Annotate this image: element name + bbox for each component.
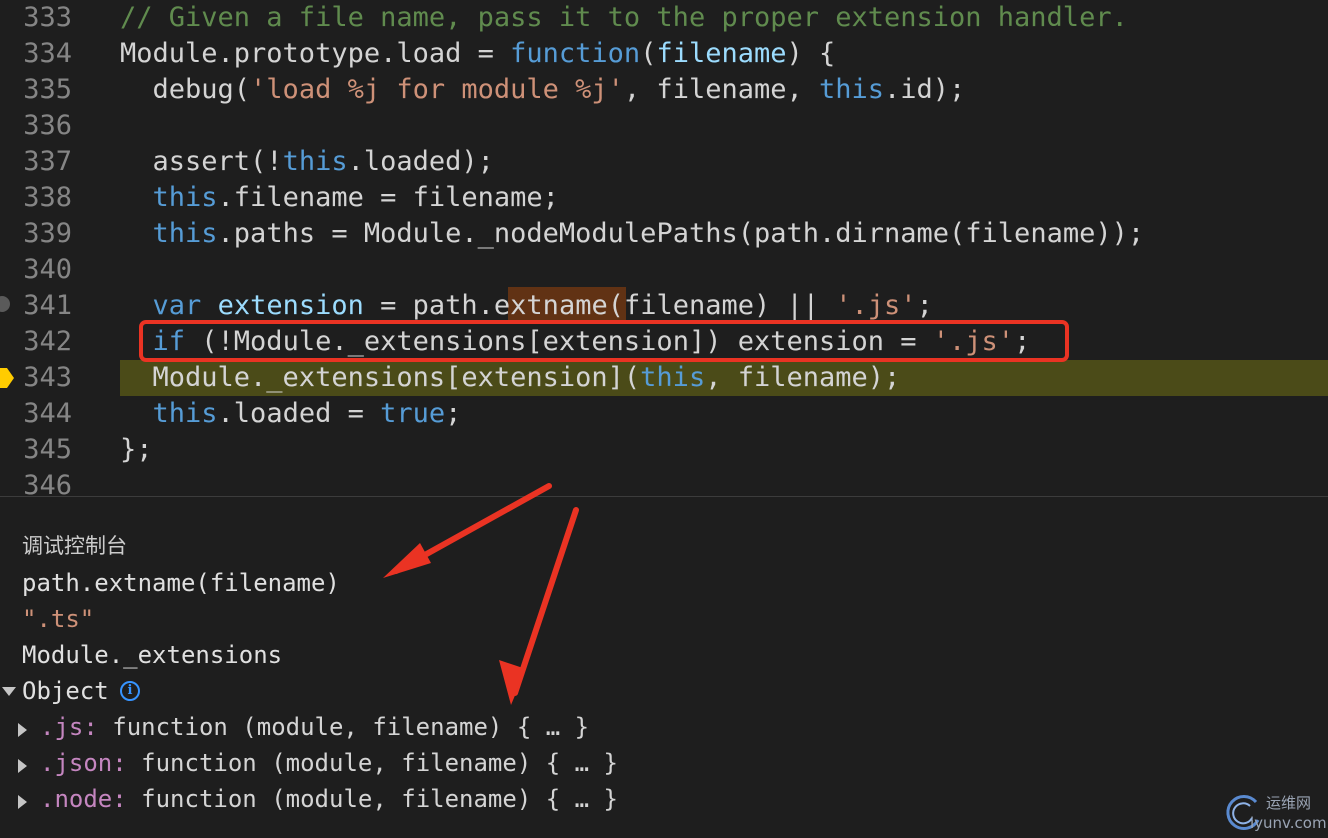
highlight-box-annotation: [139, 320, 1069, 362]
code-token: this: [152, 398, 218, 429]
code-text: Module.prototype.load = function(filenam…: [120, 36, 835, 72]
entry-key: .node:: [40, 785, 127, 813]
object-entry[interactable]: .node: function (module, filename) { … }: [40, 781, 618, 817]
code-token: .loaded =: [217, 398, 381, 429]
code-line[interactable]: 339 this.paths = Module._nodeModulePaths…: [0, 216, 1328, 252]
debug-console-title: 调试控制台: [22, 534, 127, 558]
code-token: this: [282, 146, 348, 177]
code-token: , filename);: [705, 362, 901, 393]
code-text: this.loaded = true;: [120, 396, 462, 432]
code-token: function: [510, 38, 641, 69]
line-number: 341: [23, 290, 72, 321]
watermark-url: iyunv.com: [1250, 814, 1327, 832]
code-text: assert(!this.loaded);: [120, 144, 494, 180]
code-editor[interactable]: 333 // Given a file name, pass it to the …: [0, 0, 1328, 496]
code-token: 'load %j for module %j': [250, 74, 624, 105]
console-expression[interactable]: path.extname(filename): [22, 565, 340, 601]
line-number: 338: [23, 182, 72, 213]
code-token: extension: [217, 290, 364, 321]
console-result: ".ts": [22, 605, 95, 633]
code-token: var: [152, 290, 202, 321]
entry-value: function (module, filename) { … }: [97, 713, 590, 741]
collapse-toggle-icon[interactable]: [18, 759, 27, 773]
code-token: '.js': [835, 290, 917, 321]
expand-toggle-icon[interactable]: [2, 687, 16, 696]
line-number: 337: [23, 146, 72, 177]
collapse-toggle-icon[interactable]: [18, 723, 27, 737]
entry-value: function (module, filename) { … }: [126, 749, 618, 777]
line-number: 346: [23, 470, 72, 496]
code-token: true: [380, 398, 446, 429]
line-number: 344: [23, 398, 72, 429]
code-text: this.filename = filename;: [120, 180, 559, 216]
code-token: .filename = filename;: [217, 182, 559, 213]
code-token: };: [120, 434, 153, 465]
code-line[interactable]: 345};: [0, 432, 1328, 468]
code-token: .loaded);: [347, 146, 494, 177]
line-number: 345: [23, 434, 72, 465]
code-token: this: [640, 362, 706, 393]
line-number: 340: [23, 254, 72, 285]
code-text: var extension = path.extname(filename) |…: [120, 288, 933, 324]
entry-key: .js:: [40, 713, 98, 741]
code-token: // Given a file name, pass it to the pro…: [120, 2, 1128, 33]
code-token: Module._extensions[extension](: [120, 362, 641, 393]
code-text: // Given a file name, pass it to the pro…: [120, 0, 1128, 36]
code-line[interactable]: 337 assert(!this.loaded);: [0, 144, 1328, 180]
code-line[interactable]: 346: [0, 468, 1328, 496]
code-token: this: [152, 218, 218, 249]
info-icon[interactable]: i: [120, 681, 140, 701]
code-line[interactable]: 344 this.loaded = true;: [0, 396, 1328, 432]
line-number: 333: [23, 2, 72, 33]
code-line[interactable]: 343 Module._extensions[extension](this, …: [0, 360, 1328, 396]
code-token: this: [152, 182, 218, 213]
object-entry[interactable]: .js: function (module, filename) { … }: [40, 709, 589, 745]
code-line[interactable]: 336: [0, 108, 1328, 144]
code-token: = path.extname(filename) ||: [363, 290, 836, 321]
line-number: 334: [23, 38, 72, 69]
object-label[interactable]: Object: [22, 673, 109, 709]
code-token: assert(!: [120, 146, 283, 177]
watermark-name: 运维网: [1266, 794, 1312, 812]
code-token: .paths = Module._nodeModulePaths(path.di…: [217, 218, 1145, 249]
console-expression[interactable]: Module._extensions: [22, 637, 282, 673]
code-token: ;: [916, 290, 933, 321]
code-token: , filename,: [623, 74, 819, 105]
code-line[interactable]: 333 // Given a file name, pass it to the …: [0, 0, 1328, 36]
code-token: debug(: [120, 74, 251, 105]
code-line[interactable]: 334 Module.prototype.load = function(file…: [0, 36, 1328, 72]
code-line[interactable]: 340: [0, 252, 1328, 288]
code-text: };: [120, 432, 153, 468]
code-line[interactable]: 341 var extension = path.extname(filenam…: [0, 288, 1328, 324]
line-number: 336: [23, 110, 72, 141]
code-token: ;: [445, 398, 462, 429]
watermark-logo: 运维网 iyunv.com: [1224, 790, 1328, 838]
entry-value: function (module, filename) { … }: [126, 785, 618, 813]
code-token: filename: [656, 38, 787, 69]
code-line[interactable]: 338 this.filename = filename;: [0, 180, 1328, 216]
code-token: Module.prototype.load =: [120, 38, 511, 69]
execution-pointer-icon: [0, 368, 14, 388]
code-token: this: [819, 74, 885, 105]
line-number: 335: [23, 74, 72, 105]
code-text: debug('load %j for module %j', filename,…: [120, 72, 966, 108]
code-token: ) {: [786, 38, 836, 69]
line-number: 342: [23, 326, 72, 357]
collapse-toggle-icon[interactable]: [18, 795, 27, 809]
code-line[interactable]: 335 debug('load %j for module %j', filen…: [0, 72, 1328, 108]
code-text: this.paths = Module._nodeModulePaths(pat…: [120, 216, 1145, 252]
line-number: 339: [23, 218, 72, 249]
code-text: Module._extensions[extension](this, file…: [120, 360, 901, 396]
object-entry[interactable]: .json: function (module, filename) { … }: [40, 745, 618, 781]
entry-key: .json:: [40, 749, 127, 777]
code-token: .id);: [884, 74, 966, 105]
code-token: (: [640, 38, 657, 69]
